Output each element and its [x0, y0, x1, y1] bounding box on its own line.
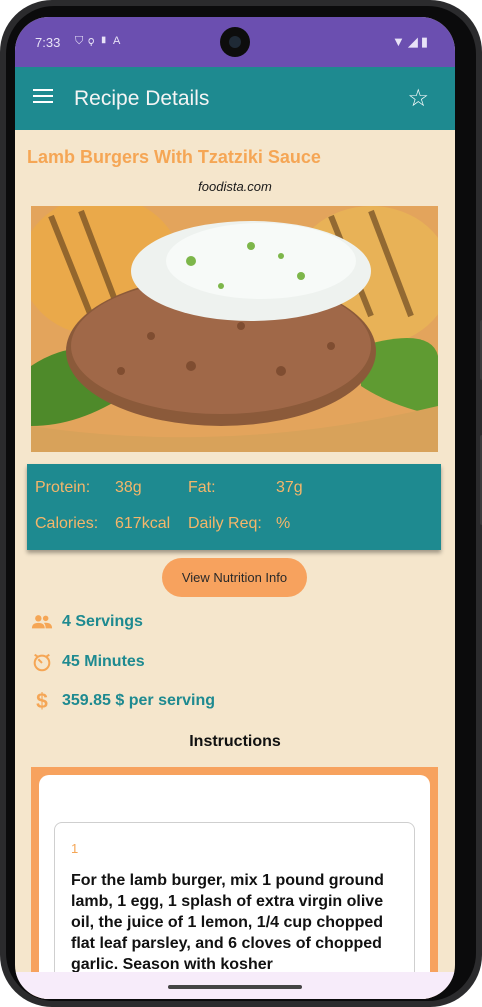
shield-icon: ⛉ — [75, 35, 89, 47]
daily-req-value: % — [276, 515, 291, 532]
system-icons: ▼◢▮ — [392, 34, 431, 50]
instructions-container: 1 For the lamb burger, mix 1 pound groun… — [31, 767, 438, 999]
front-camera — [220, 27, 250, 57]
status-bar: 7:33 ⛉⚲▮A ▼◢▮ — [15, 17, 455, 67]
status-time: 7:33 — [35, 35, 61, 50]
minutes-row: 45 Minutes — [31, 651, 431, 675]
price-text: 359.85 $ per serving — [62, 692, 215, 709]
nutrition-panel: Protein: 38g Fat: 37g Calories: 617kcal … — [27, 464, 441, 550]
view-nutrition-button[interactable]: View Nutrition Info — [162, 558, 307, 597]
app-bar: Recipe Details ☆ — [15, 67, 455, 130]
calories-value: 617kcal — [115, 515, 171, 532]
signal-icon: ◢ — [407, 34, 421, 49]
recipe-content[interactable]: Lamb Burgers With Tzatziki Sauce foodist… — [15, 130, 455, 999]
step-text: For the lamb burger, mix 1 pound ground … — [71, 872, 384, 973]
instructions-card: 1 For the lamb burger, mix 1 pound groun… — [39, 775, 430, 999]
page-title: Recipe Details — [74, 87, 210, 110]
servings-text: 4 Servings — [62, 613, 143, 630]
battery-icon: ▮ — [420, 34, 431, 49]
minutes-text: 45 Minutes — [62, 653, 145, 670]
phone-screen: 7:33 ⛉⚲▮A ▼◢▮ Recipe Details ☆ Lamb Burg… — [15, 17, 455, 999]
recipe-image — [31, 206, 438, 452]
recipe-source: foodista.com — [198, 179, 272, 194]
timer-icon — [33, 653, 51, 672]
protein-label: Protein: — [35, 479, 91, 496]
hamburger-icon[interactable] — [33, 89, 53, 103]
home-gesture-pill[interactable] — [168, 985, 302, 989]
price-row: $ 359.85 $ per serving — [31, 690, 431, 714]
wifi-icon: ▼ — [391, 34, 408, 49]
sim-icon: ▮ — [99, 35, 113, 47]
calories-label: Calories: — [35, 515, 99, 532]
dollar-icon: $ — [36, 690, 48, 713]
fat-label: Fat: — [188, 479, 216, 496]
people-icon — [31, 615, 53, 629]
letter-a-icon: A — [112, 35, 126, 47]
step-number: 1 — [71, 841, 79, 856]
nav-icon: ⚲ — [88, 35, 100, 47]
star-outline-icon[interactable]: ☆ — [407, 84, 429, 113]
status-notification-icons: ⛉⚲▮A — [75, 35, 125, 48]
instructions-heading: Instructions — [189, 733, 281, 750]
daily-req-label: Daily Req: — [188, 515, 262, 532]
servings-row: 4 Servings — [31, 611, 431, 635]
fat-value: 37g — [276, 479, 303, 496]
protein-value: 38g — [115, 479, 142, 496]
recipe-title: Lamb Burgers With Tzatziki Sauce — [27, 147, 321, 167]
